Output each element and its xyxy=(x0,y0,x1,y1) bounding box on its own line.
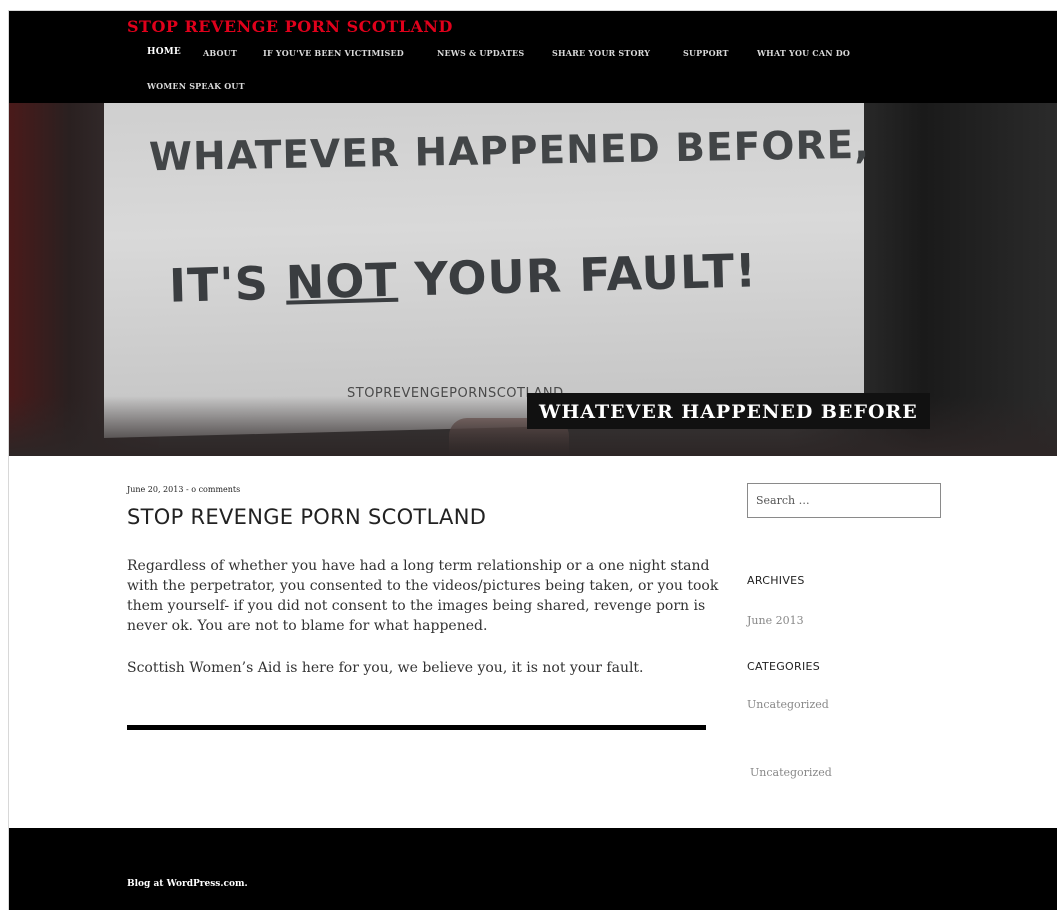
sign-text-pre: IT'S xyxy=(168,255,287,313)
post-title[interactable]: STOP REVENGE PORN SCOTLAND xyxy=(127,505,486,529)
categories-heading: CATEGORIES xyxy=(747,660,821,673)
site-header: STOP REVENGE PORN SCOTLAND HOME ABOUT IF… xyxy=(9,11,1057,103)
nav-item-home[interactable]: HOME xyxy=(147,47,181,57)
archive-link-june-2013[interactable]: June 2013 xyxy=(747,614,804,627)
tag-link-uncategorized[interactable]: Uncategorized xyxy=(750,766,832,779)
nav-item-victimised[interactable]: IF YOU'VE BEEN VICTIMISED xyxy=(263,48,404,58)
footer-credit-link[interactable]: Blog at WordPress.com. xyxy=(127,879,248,889)
post-paragraph: Scottish Women’s Aid is here for you, we… xyxy=(127,660,644,676)
post-paragraph: Regardless of whether you have had a lon… xyxy=(127,558,719,634)
nav-item-what-you-can-do[interactable]: WHAT YOU CAN DO xyxy=(757,48,850,58)
site-footer: Blog at WordPress.com. xyxy=(9,828,1057,910)
hero-image: WHATEVER HAPPENED BEFORE, IT'S NOT YOUR … xyxy=(9,103,1057,456)
nav-item-about[interactable]: ABOUT xyxy=(203,48,237,58)
nav-item-women-speak-out[interactable]: WOMEN SPEAK OUT xyxy=(147,81,245,91)
nav-item-share-story[interactable]: SHARE YOUR STORY xyxy=(552,48,650,58)
archives-heading: ARCHIVES xyxy=(747,574,805,587)
category-link-uncategorized[interactable]: Uncategorized xyxy=(747,698,829,711)
browser-frame: STOP REVENGE PORN SCOTLAND HOME ABOUT IF… xyxy=(8,10,1057,910)
site-title[interactable]: STOP REVENGE PORN SCOTLAND xyxy=(127,17,453,36)
hero-caption[interactable]: WHATEVER HAPPENED BEFORE xyxy=(527,393,930,429)
nav-item-news[interactable]: NEWS & UPDATES xyxy=(437,48,524,58)
post-meta[interactable]: June 20, 2013 - o comments xyxy=(127,485,240,494)
search-input[interactable] xyxy=(747,483,941,518)
sign-text-underlined: NOT xyxy=(285,252,399,310)
post-body: Regardless of whether you have had a lon… xyxy=(127,556,727,700)
sign-text-post: YOUR FAULT! xyxy=(397,243,758,307)
post-divider xyxy=(127,725,706,730)
nav-item-support[interactable]: SUPPORT xyxy=(683,48,729,58)
